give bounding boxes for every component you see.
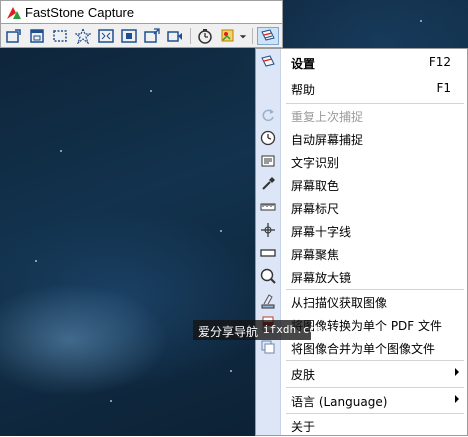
scanner-icon (260, 293, 276, 309)
capture-window-object-icon[interactable] (28, 27, 46, 45)
chevron-down-icon[interactable] (238, 27, 248, 45)
repeat-icon (260, 107, 276, 123)
settings-menu-button[interactable] (257, 27, 279, 45)
menu-separator (286, 360, 464, 361)
delay-timer-icon[interactable] (196, 27, 214, 45)
menu-item-settings[interactable]: 设置 F12 (256, 51, 467, 74)
output-destination-icon[interactable] (219, 27, 237, 45)
capture-fixed-region-icon[interactable] (120, 27, 138, 45)
menu-item-repeat-last-capture[interactable]: 重复上次捕捉 (256, 104, 467, 127)
settings-dropdown-menu: 设置 F12 帮助 F1 重复上次捕捉 自动屏幕捕捉 文字识别 屏幕取色 屏幕标… (255, 48, 468, 436)
capture-scrolling-icon[interactable] (143, 27, 161, 45)
menu-item-skin[interactable]: 皮肤 (256, 362, 467, 385)
settings-icon (260, 54, 276, 70)
app-title-bar[interactable]: FastStone Capture (0, 0, 283, 24)
menu-separator (286, 387, 464, 388)
menu-item-language[interactable]: 语言 (Language) (256, 389, 467, 412)
focus-icon (260, 245, 276, 261)
submenu-arrow-icon (455, 368, 459, 376)
menu-item-help[interactable]: 帮助 F1 (256, 77, 467, 100)
menu-item-scanner[interactable]: 从扫描仪获取图像 (256, 290, 467, 313)
toolbar-divider (190, 28, 191, 44)
crosshair-icon (260, 222, 276, 238)
submenu-arrow-icon (455, 395, 459, 403)
toolbar-divider (252, 28, 253, 44)
magnifier-icon (260, 268, 276, 284)
menu-item-auto-capture[interactable]: 自动屏幕捕捉 (256, 127, 467, 150)
capture-rectangle-icon[interactable] (51, 27, 69, 45)
ruler-icon (260, 199, 276, 215)
menu-item-color-picker[interactable]: 屏幕取色 (256, 173, 467, 196)
merge-images-icon (260, 339, 276, 355)
eyedropper-icon (260, 176, 276, 192)
screen-recorder-icon[interactable] (166, 27, 184, 45)
capture-toolbar (0, 24, 283, 48)
capture-active-window-icon[interactable] (5, 27, 23, 45)
ocr-icon (260, 153, 276, 169)
watermark-overlay: 爱分享导航 ifxdh.com (193, 320, 323, 340)
menu-item-about[interactable]: 关于 (256, 414, 467, 437)
faststone-logo-icon (7, 7, 21, 19)
settings-menu-icon (261, 29, 275, 41)
app-title: FastStone Capture (25, 5, 135, 20)
clock-icon (260, 130, 276, 146)
menu-item-magnifier[interactable]: 屏幕放大镜 (256, 265, 467, 288)
watermark-site: ifxdh.com (263, 323, 323, 336)
menu-item-text-recognition[interactable]: 文字识别 (256, 150, 467, 173)
menu-item-ruler[interactable]: 屏幕标尺 (256, 196, 467, 219)
capture-freehand-icon[interactable] (74, 27, 92, 45)
menu-item-crosshair[interactable]: 屏幕十字线 (256, 219, 467, 242)
capture-fullscreen-icon[interactable] (97, 27, 115, 45)
menu-item-screen-focus[interactable]: 屏幕聚焦 (256, 242, 467, 265)
watermark-text: 爱分享导航 (198, 325, 259, 339)
